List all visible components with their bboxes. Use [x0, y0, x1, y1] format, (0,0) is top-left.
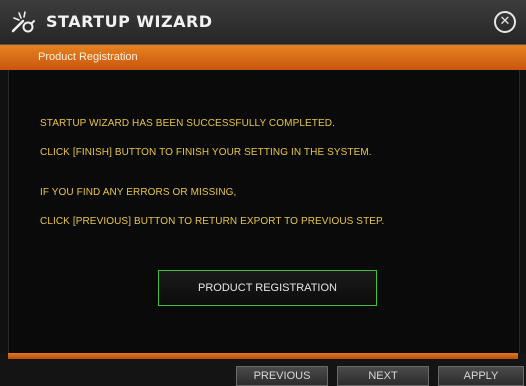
title-bar: STARTUP WIZARD ✕: [0, 0, 526, 45]
message-line-2: CLICK [FINISH] BUTTON TO FINISH YOUR SET…: [40, 147, 372, 158]
previous-button[interactable]: PREVIOUS: [236, 366, 328, 386]
message-line-1: STARTUP WIZARD HAS BEEN SUCCESSFULLY COM…: [40, 118, 335, 129]
bottom-accent-line: [8, 353, 518, 359]
section-title: Product Registration: [38, 51, 138, 63]
wizard-tools-icon: [11, 11, 35, 33]
close-button[interactable]: ✕: [494, 11, 516, 33]
window-title: STARTUP WIZARD: [46, 12, 213, 31]
product-registration-button[interactable]: PRODUCT REGISTRATION: [158, 270, 377, 306]
message-line-3: IF YOU FIND ANY ERRORS OR MISSING,: [40, 187, 237, 198]
startup-wizard-dialog: STARTUP WIZARD ✕ Product Registration ST…: [0, 0, 526, 386]
content-panel: [8, 70, 520, 354]
next-button[interactable]: NEXT: [337, 366, 429, 386]
close-icon: ✕: [499, 14, 511, 29]
message-line-4: CLICK [PREVIOUS] BUTTON TO RETURN EXPORT…: [40, 216, 385, 227]
section-header: Product Registration: [0, 45, 526, 70]
apply-button[interactable]: APPLY: [438, 366, 524, 386]
